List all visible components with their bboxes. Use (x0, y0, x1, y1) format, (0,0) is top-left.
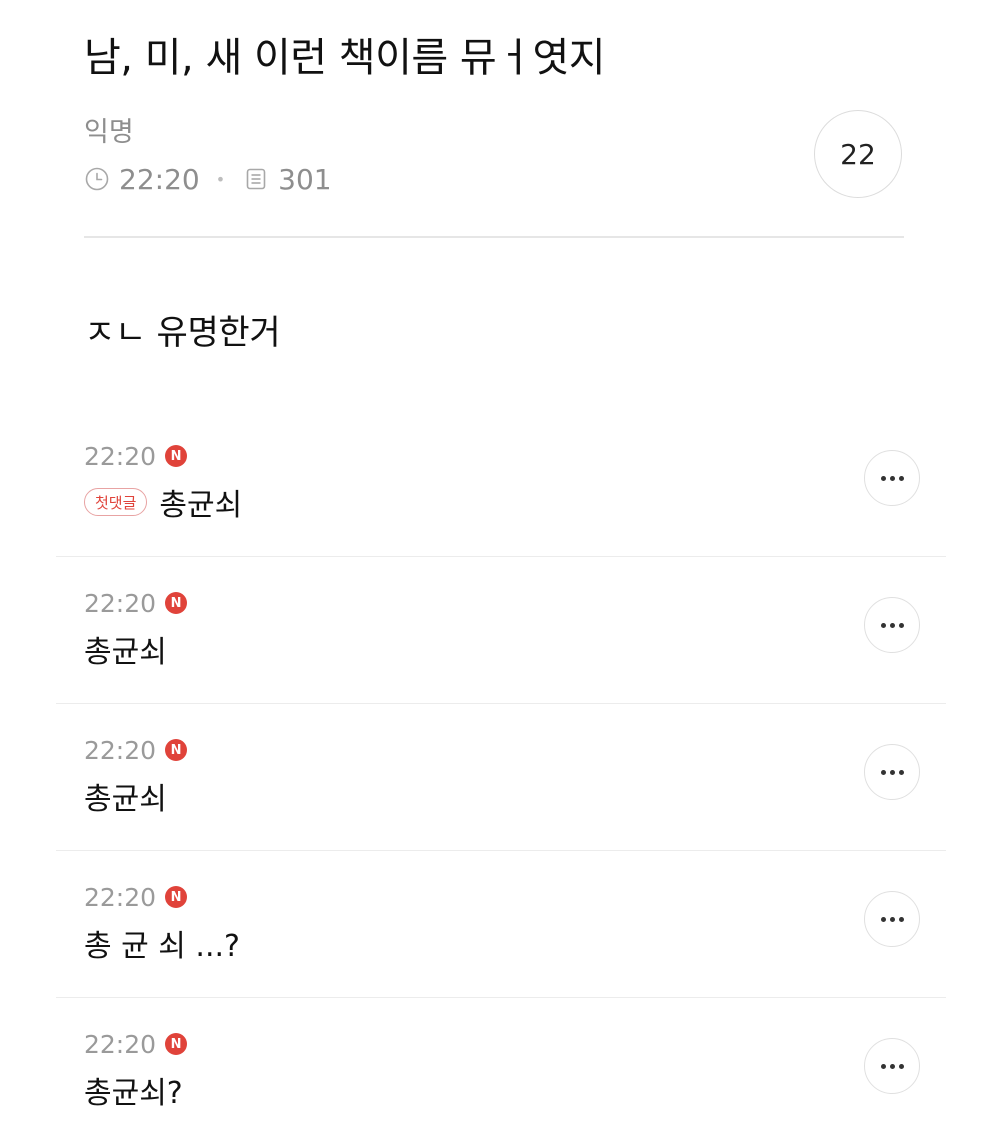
new-badge: N (165, 739, 188, 761)
more-icon (880, 916, 904, 922)
comment-item: 22:20 N 총 균 쇠 ...? (0, 851, 1000, 998)
comment-time: 22:20 (84, 1029, 157, 1059)
first-comment-tag: 첫댓글 (84, 488, 148, 516)
post-time: 22:20 (119, 162, 200, 196)
comment-item: 22:20 N 총균쇠 (0, 704, 1000, 851)
comment-text: 총균쇠 (84, 782, 167, 817)
post-body: ㅈㄴ 유명한거 (84, 313, 281, 353)
more-icon (880, 475, 904, 481)
comment-text: 총 균 쇠 ...? (84, 929, 240, 964)
comment-item: 22:20 N 첫댓글 총균쇠 (0, 410, 1000, 557)
comment-text: 총균쇠 (159, 488, 243, 523)
document-icon (243, 166, 269, 192)
comment-text: 총균쇠? (84, 1076, 183, 1111)
comment-time: 22:20 (84, 882, 157, 912)
more-options-button[interactable] (864, 744, 920, 800)
comment-item: 22:20 N 총균쇠 (0, 557, 1000, 704)
comment-item: 22:20 N 총균쇠? (0, 998, 1000, 1145)
comment-count-button[interactable]: 22 (814, 110, 902, 198)
separator-dot: • (215, 169, 226, 189)
more-options-button[interactable] (864, 450, 920, 506)
new-badge: N (165, 886, 188, 908)
more-icon (880, 622, 904, 628)
comment-text: 총균쇠 (84, 635, 167, 670)
more-icon (880, 769, 904, 775)
view-count: 301 (278, 162, 332, 196)
more-options-button[interactable] (864, 891, 920, 947)
post-title: 남, 미, 새 이런 책이름 뮤ㅓ엿지 (84, 35, 606, 81)
more-options-button[interactable] (864, 597, 920, 653)
clock-icon (84, 166, 110, 192)
comment-time: 22:20 (84, 441, 157, 471)
author-name: 익명 (84, 117, 134, 148)
comment-time: 22:20 (84, 588, 157, 618)
header-divider (84, 236, 904, 238)
new-badge: N (165, 1033, 188, 1055)
new-badge: N (165, 592, 188, 614)
comment-time: 22:20 (84, 735, 157, 765)
more-icon (880, 1063, 904, 1069)
post-meta: 22:20 • 301 (84, 162, 332, 196)
new-badge: N (165, 445, 188, 467)
more-options-button[interactable] (864, 1038, 920, 1094)
